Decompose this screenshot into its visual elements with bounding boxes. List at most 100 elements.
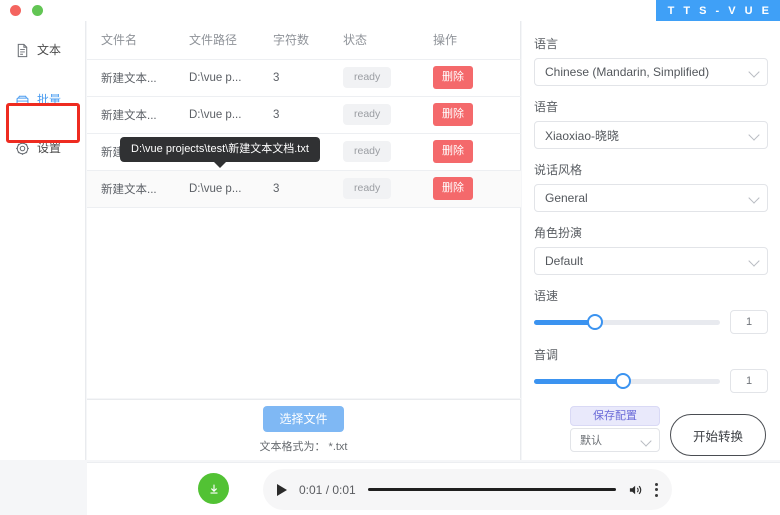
- role-field: 角色扮演 Default: [534, 224, 768, 275]
- close-window-button[interactable]: [10, 5, 21, 16]
- chevron-down-icon: [642, 437, 651, 442]
- title-bar: T T S - V U E: [0, 0, 780, 21]
- gear-icon: [15, 141, 30, 156]
- cell-charcount: 3: [259, 59, 329, 96]
- chevron-down-icon: [750, 257, 759, 262]
- cell-action: 删除: [419, 170, 521, 207]
- sidebar-item-label: 批量: [37, 94, 61, 106]
- language-select[interactable]: Chinese (Mandarin, Simplified): [534, 58, 768, 86]
- rate-slider-fill: [534, 320, 595, 325]
- voice-value: Xiaoxiao-晓晓: [545, 127, 619, 144]
- playback-progress-bar[interactable]: [368, 488, 616, 491]
- cell-action: 删除: [419, 59, 521, 96]
- delete-button[interactable]: 删除: [433, 177, 473, 199]
- pitch-slider-thumb[interactable]: [615, 373, 631, 389]
- language-field: 语言 Chinese (Mandarin, Simplified): [534, 35, 768, 86]
- table-row[interactable]: 新建文本... D:\vue p... 3 ready 删除: [87, 170, 521, 207]
- folder-icon: [15, 93, 30, 108]
- rate-slider[interactable]: [534, 320, 720, 325]
- rate-value[interactable]: 1: [730, 310, 768, 334]
- style-value: General: [545, 191, 588, 205]
- language-value: Chinese (Mandarin, Simplified): [545, 65, 709, 79]
- role-value: Default: [545, 254, 583, 268]
- pitch-value[interactable]: 1: [730, 369, 768, 393]
- column-header-action: 操作: [419, 21, 521, 59]
- settings-panel: 语言 Chinese (Mandarin, Simplified) 语音 Xia…: [522, 21, 780, 460]
- sidebar-item-label: 文本: [37, 44, 61, 56]
- cell-filepath[interactable]: D:\vue p...: [175, 170, 259, 207]
- choose-file-button[interactable]: 选择文件: [263, 406, 343, 432]
- cell-charcount: 3: [259, 96, 329, 133]
- rate-field: 语速 1: [534, 287, 768, 334]
- column-header-charcount: 字符数: [259, 21, 329, 59]
- cell-action: 删除: [419, 96, 521, 133]
- pitch-label: 音调: [534, 346, 768, 363]
- column-header-status: 状态: [329, 21, 419, 59]
- status-badge: ready: [343, 104, 391, 125]
- role-label: 角色扮演: [534, 224, 768, 241]
- sidebar-item-settings[interactable]: 设置: [8, 133, 78, 163]
- style-select[interactable]: General: [534, 184, 768, 212]
- sidebar-item-batch[interactable]: 批量: [8, 85, 78, 115]
- pitch-slider-fill: [534, 379, 623, 384]
- status-badge: ready: [343, 67, 391, 88]
- audio-player: 0:01 / 0:01: [263, 469, 672, 510]
- style-field: 说话风格 General: [534, 161, 768, 212]
- rate-label: 语速: [534, 287, 768, 304]
- delete-button[interactable]: 删除: [433, 103, 473, 125]
- action-area: 保存配置 默认 开始转换: [534, 406, 768, 464]
- maximize-window-button[interactable]: [32, 5, 43, 16]
- cell-filepath[interactable]: D:\vue p...: [175, 96, 259, 133]
- app-title: T T S - V U E: [656, 0, 780, 21]
- pitch-field: 音调 1: [534, 346, 768, 393]
- window-controls: [10, 5, 43, 16]
- playback-time: 0:01 / 0:01: [299, 483, 356, 497]
- cell-charcount: 3: [259, 170, 329, 207]
- cell-filepath[interactable]: D:\vue p...: [175, 59, 259, 96]
- file-table: 文件名 文件路径 字符数 状态 操作 新建文本... D:\vue p... 3…: [87, 21, 521, 208]
- language-label: 语言: [534, 35, 768, 52]
- volume-icon[interactable]: [628, 483, 643, 497]
- sidebar-item-label: 设置: [37, 142, 61, 154]
- sidebar: 文本 批量 设置: [0, 21, 86, 460]
- preset-value: 默认: [580, 432, 602, 448]
- choose-file-panel: 选择文件 文本格式为： *.txt: [87, 399, 521, 460]
- table-row[interactable]: 新建文本... D:\vue p... 3 ready 删除: [87, 59, 521, 96]
- delete-button[interactable]: 删除: [433, 140, 473, 162]
- cell-filename[interactable]: 新建文本...: [87, 170, 175, 207]
- preset-select[interactable]: 默认: [570, 428, 660, 452]
- role-select[interactable]: Default: [534, 247, 768, 275]
- delete-button[interactable]: 删除: [433, 66, 473, 88]
- voice-select[interactable]: Xiaoxiao-晓晓: [534, 121, 768, 149]
- kebab-menu-icon[interactable]: [655, 483, 658, 497]
- download-button[interactable]: [198, 473, 229, 504]
- cell-status: ready: [329, 133, 419, 170]
- file-path-tooltip: D:\vue projects\test\新建文本文档.txt: [120, 137, 320, 162]
- chevron-down-icon: [750, 194, 759, 199]
- column-header-filename: 文件名: [87, 21, 175, 59]
- cell-filename[interactable]: 新建文本...: [87, 96, 175, 133]
- table-header-row: 文件名 文件路径 字符数 状态 操作: [87, 21, 521, 59]
- table-row[interactable]: 新建文本... D:\vue p... 3 ready 删除: [87, 96, 521, 133]
- start-convert-button[interactable]: 开始转换: [670, 414, 766, 456]
- status-badge: ready: [343, 178, 391, 199]
- pitch-slider[interactable]: [534, 379, 720, 384]
- chevron-down-icon: [750, 68, 759, 73]
- file-list-panel: 文件名 文件路径 字符数 状态 操作 新建文本... D:\vue p... 3…: [87, 21, 521, 398]
- column-header-filepath: 文件路径: [175, 21, 259, 59]
- save-config-button[interactable]: 保存配置: [570, 406, 660, 426]
- voice-field: 语音 Xiaoxiao-晓晓: [534, 98, 768, 149]
- download-icon: [207, 482, 221, 496]
- rate-slider-thumb[interactable]: [587, 314, 603, 330]
- cell-status: ready: [329, 59, 419, 96]
- voice-label: 语音: [534, 98, 768, 115]
- cell-filename[interactable]: 新建文本...: [87, 59, 175, 96]
- sidebar-item-text[interactable]: 文本: [8, 35, 78, 65]
- cell-action: 删除: [419, 133, 521, 170]
- play-icon[interactable]: [277, 484, 287, 496]
- player-bar: 0:01 / 0:01: [87, 462, 780, 515]
- cell-status: ready: [329, 96, 419, 133]
- status-badge: ready: [343, 141, 391, 162]
- chevron-down-icon: [750, 131, 759, 136]
- document-icon: [15, 43, 30, 58]
